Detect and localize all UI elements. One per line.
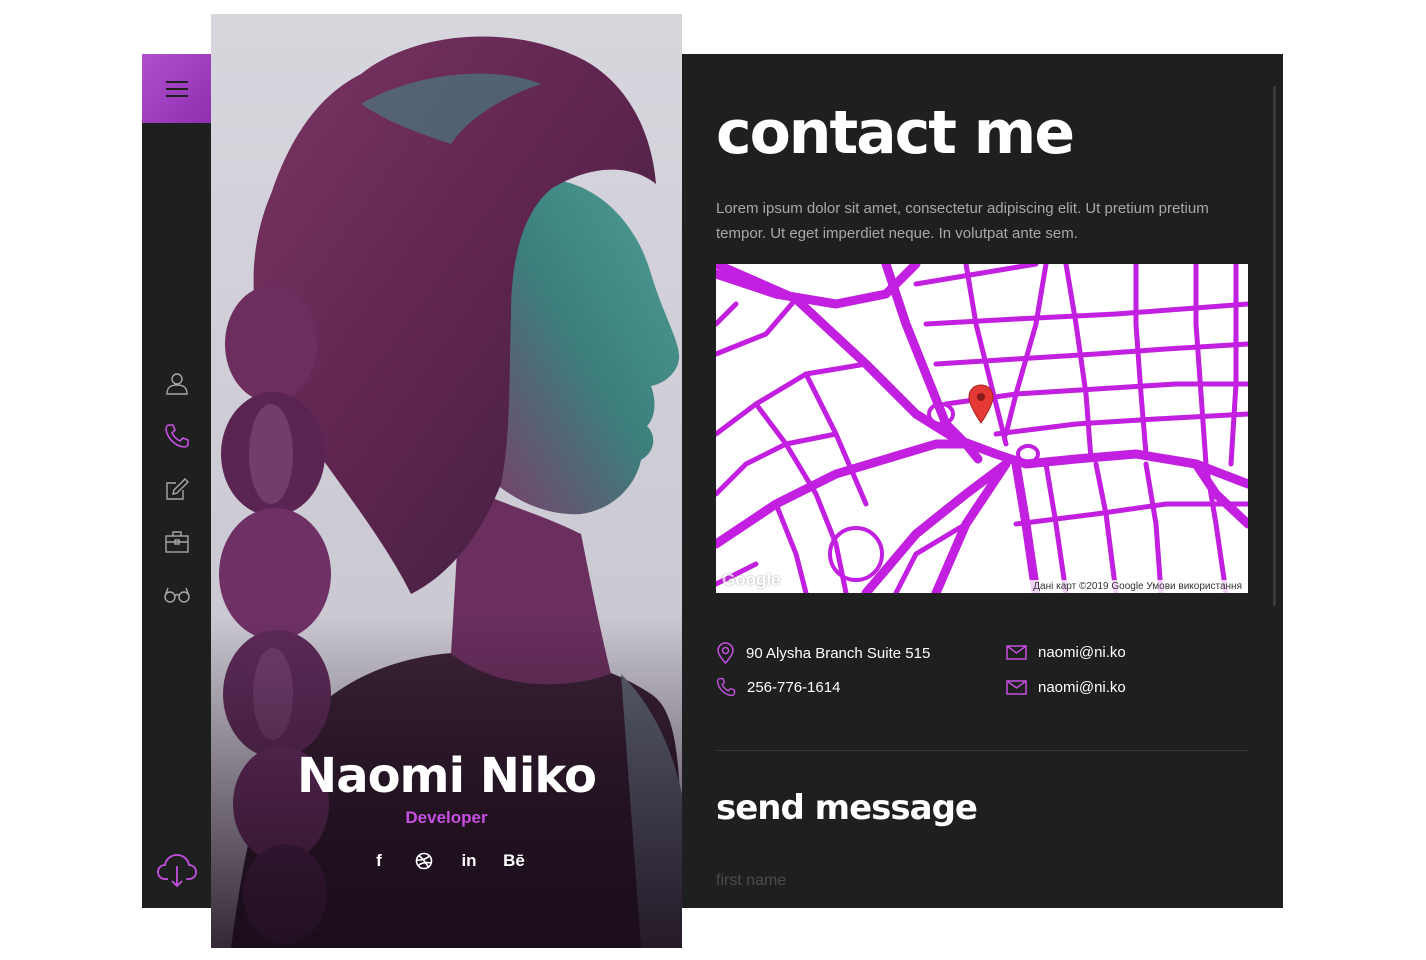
map-roads bbox=[716, 264, 1248, 593]
behance-icon: Bē bbox=[503, 851, 525, 870]
page-title: contact me bbox=[716, 98, 1075, 168]
user-icon bbox=[165, 372, 188, 395]
map-pin-marker[interactable] bbox=[968, 384, 994, 424]
sidebar-nav bbox=[142, 356, 211, 621]
sidebar bbox=[142, 54, 211, 908]
dribbble-icon bbox=[415, 852, 433, 870]
email-text[interactable]: naomi@ni.ko bbox=[1038, 644, 1126, 661]
facebook-icon: f bbox=[376, 851, 382, 870]
hamburger-menu-icon bbox=[165, 80, 188, 97]
facebook-link[interactable]: f bbox=[368, 848, 391, 874]
first-name-input[interactable] bbox=[716, 866, 1248, 896]
briefcase-icon bbox=[164, 530, 189, 553]
phone-icon bbox=[164, 423, 189, 448]
download-button[interactable] bbox=[142, 844, 211, 896]
email-item-1: naomi@ni.ko bbox=[1006, 644, 1126, 661]
menu-button[interactable] bbox=[142, 54, 211, 123]
nav-item-blog[interactable] bbox=[142, 462, 211, 515]
scrollbar[interactable] bbox=[1273, 86, 1276, 606]
divider bbox=[716, 750, 1248, 751]
linkedin-link[interactable]: in bbox=[458, 848, 481, 874]
profile-card: Naomi Niko Developer f in Bē bbox=[211, 14, 682, 948]
phone-text[interactable]: 256-776-1614 bbox=[747, 679, 840, 696]
google-logo[interactable]: Google bbox=[722, 570, 781, 590]
nav-item-contact[interactable] bbox=[142, 409, 211, 462]
map[interactable]: Google Дані карт ©2019 Google Умови вико… bbox=[716, 264, 1248, 593]
address-item: 90 Alysha Branch Suite 515 bbox=[716, 642, 930, 664]
send-message-title: send message bbox=[716, 788, 978, 828]
profile-role: Developer bbox=[405, 808, 488, 827]
phone-icon bbox=[716, 677, 736, 697]
nav-item-about[interactable] bbox=[142, 356, 211, 409]
dribbble-link[interactable] bbox=[413, 848, 436, 874]
social-links: f in Bē bbox=[211, 848, 682, 874]
behance-link[interactable]: Bē bbox=[503, 848, 526, 874]
map-attribution[interactable]: Дані карт ©2019 Google Умови використанн… bbox=[1027, 580, 1248, 593]
address-text: 90 Alysha Branch Suite 515 bbox=[746, 644, 931, 662]
cloud-download-icon bbox=[156, 854, 197, 888]
nav-item-portfolio[interactable] bbox=[142, 515, 211, 568]
mail-icon bbox=[1006, 680, 1027, 695]
contact-panel: contact me Lorem ipsum dolor sit amet, c… bbox=[682, 54, 1283, 908]
phone-item: 256-776-1614 bbox=[716, 677, 840, 697]
location-pin-icon bbox=[717, 642, 734, 664]
email-item-2: naomi@ni.ko bbox=[1006, 679, 1126, 696]
profile-name: Naomi Niko bbox=[297, 748, 597, 804]
glasses-icon bbox=[163, 587, 190, 603]
nav-item-resume[interactable] bbox=[142, 568, 211, 621]
email-text[interactable]: naomi@ni.ko bbox=[1038, 679, 1126, 696]
edit-icon bbox=[165, 477, 189, 500]
linkedin-icon: in bbox=[461, 851, 477, 870]
intro-text: Lorem ipsum dolor sit amet, consectetur … bbox=[716, 200, 1209, 242]
mail-icon bbox=[1006, 645, 1027, 660]
